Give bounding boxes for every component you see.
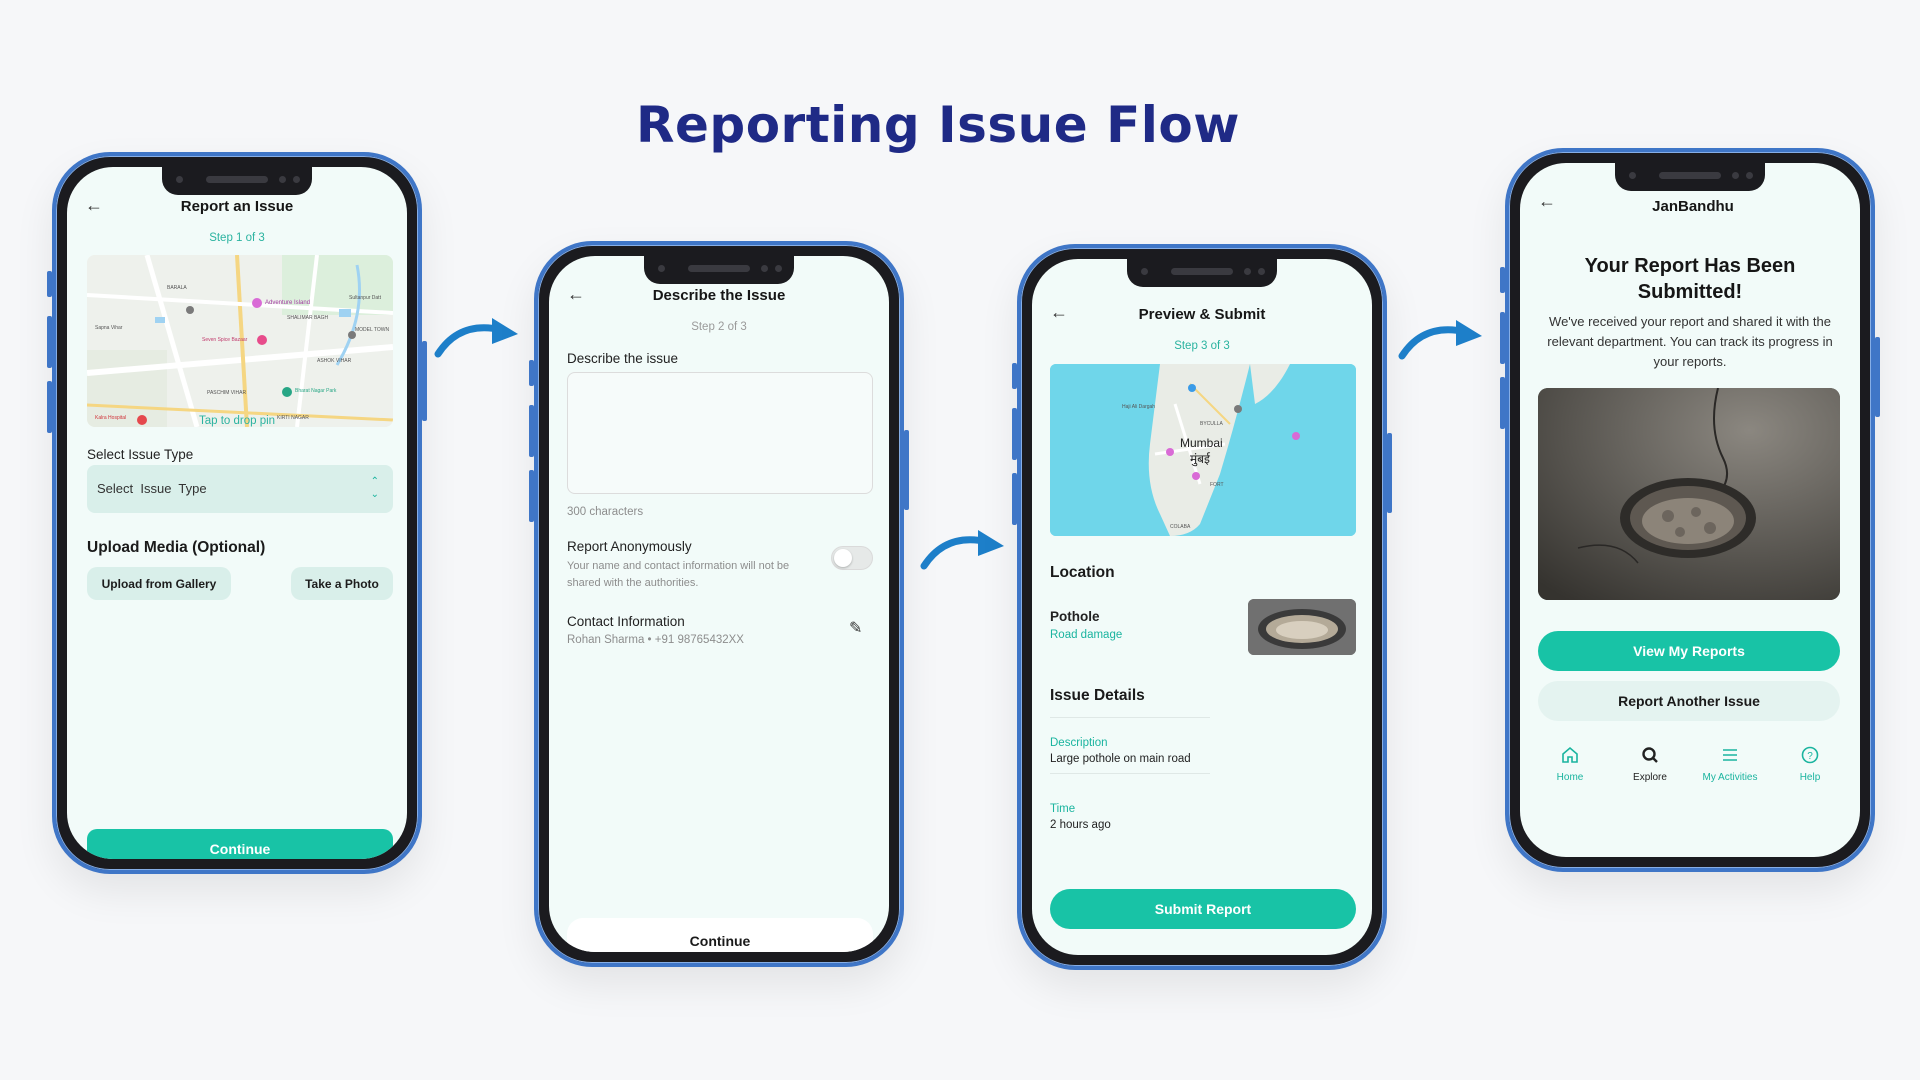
map-label: Adventure Island	[265, 300, 311, 306]
map-label: Sapna Vihar	[95, 325, 123, 331]
tap-to-drop-pin: Tap to drop pin	[198, 415, 276, 427]
flow-arrow-icon	[1398, 320, 1482, 360]
nav-explore[interactable]: Explore	[1615, 745, 1685, 795]
phone-preview-submit: ← Preview & Submit Step 3 of 3 Mumbai मु…	[1012, 244, 1392, 970]
step-indicator: Step 3 of 3	[1174, 340, 1230, 352]
time-value: 2 hours ago	[1050, 819, 1111, 831]
step-indicator: Step 1 of 3	[209, 232, 265, 244]
map-city-label: Mumbai	[1180, 436, 1223, 450]
issue-title: Pothole	[1050, 609, 1100, 624]
nav-label: Help	[1799, 772, 1821, 783]
map-label: SHALIMAR BAGH	[287, 315, 329, 321]
chevron-updown-icon: ⌃ ⌄	[370, 476, 379, 500]
map-city-local-label: मुंबई	[1190, 452, 1210, 466]
screen: ← Report an Issue Step 1 of 3 BARALA Adv…	[67, 167, 407, 859]
screen-title: Report an Issue	[180, 198, 294, 215]
map-label: Bharat Nagar Park	[295, 388, 337, 394]
screen-title: Preview & Submit	[1138, 306, 1266, 323]
submit-report-button[interactable]: Submit Report	[1050, 889, 1356, 929]
flow-arrow-icon	[434, 318, 518, 358]
flow-arrow-icon	[920, 530, 1004, 570]
pothole-thumbnail	[1248, 599, 1356, 655]
time-label: Time	[1050, 803, 1076, 815]
bottom-nav: Home Explore My Activities ? Help	[1530, 745, 1850, 795]
location-map: Mumbai मुंबई BYCULLA Haji Ali Dargah COL…	[1050, 364, 1356, 536]
anonymous-title: Report Anonymously	[567, 539, 692, 554]
back-arrow-icon[interactable]: ←	[1538, 191, 1556, 212]
search-icon	[1642, 747, 1658, 763]
issue-category: Road damage	[1050, 629, 1123, 641]
nav-label: Explore	[1633, 772, 1667, 783]
success-title: Your Report Has Been Submitted!	[1584, 255, 1796, 303]
view-my-reports-button[interactable]: View My Reports	[1538, 631, 1840, 671]
contact-info-value: Rohan Sharma • +91 98765432XX	[567, 634, 744, 646]
edit-pencil-icon[interactable]: ✎	[849, 618, 862, 638]
success-message: We've received your report and shared it…	[1547, 314, 1833, 369]
location-map[interactable]: BARALA Adventure Island SHALIMAR BAGH Su…	[87, 255, 393, 427]
map-label: Haji Ali Dargah	[1122, 404, 1156, 410]
map-label: MODEL TOWN	[355, 327, 390, 333]
screen-title: Describe the Issue	[652, 287, 786, 304]
phone-submitted: ← JanBandhu Your Report Has Been Submitt…	[1500, 148, 1880, 872]
screen: ← JanBandhu Your Report Has Been Submitt…	[1520, 163, 1860, 857]
anonymous-description: Your name and contact information will n…	[567, 560, 790, 589]
map-label: Seven Spice Bazaar	[202, 337, 248, 343]
screen: ← Describe the Issue Step 2 of 3 Describ…	[549, 256, 889, 952]
map-label: FORT	[1210, 482, 1224, 488]
issue-details-heading: Issue Details	[1050, 687, 1145, 704]
list-icon	[1723, 749, 1737, 761]
issue-type-value: Select Issue Type	[97, 481, 207, 496]
map-label: ASHOK VIHAR	[317, 358, 352, 364]
step-indicator: Step 2 of 3	[691, 321, 747, 333]
pothole-image	[1538, 388, 1840, 600]
describe-label: Describe the issue	[567, 351, 679, 366]
report-another-issue-button[interactable]: Report Another Issue	[1538, 681, 1840, 721]
issue-type-select[interactable]: Select Issue Type ⌃ ⌄	[87, 465, 393, 513]
phone-report-issue: ← Report an Issue Step 1 of 3 BARALA Adv…	[47, 152, 427, 874]
description-label: Description	[1050, 737, 1108, 749]
description-textarea[interactable]	[567, 372, 873, 494]
map-label: COLABA	[1170, 524, 1191, 530]
map-label: Sultanpur Datt	[349, 295, 381, 301]
app-title: JanBandhu	[1652, 198, 1734, 215]
home-icon	[1562, 746, 1578, 763]
continue-button[interactable]: Continue	[567, 918, 873, 952]
phone-describe-issue: ← Describe the Issue Step 2 of 3 Describ…	[529, 241, 909, 967]
issue-type-label: Select Issue Type	[87, 447, 194, 462]
help-icon: ?	[1801, 746, 1819, 764]
nav-label: My Activities	[1702, 772, 1758, 783]
upload-from-gallery-button[interactable]: Upload from Gallery	[87, 567, 231, 600]
map-label: PASCHIM VIHAR	[207, 390, 247, 396]
continue-button[interactable]: Continue	[87, 829, 393, 859]
nav-label: Home	[1556, 772, 1584, 783]
svg-text:?: ?	[1807, 751, 1813, 762]
upload-media-heading: Upload Media (Optional)	[87, 539, 266, 556]
take-photo-button[interactable]: Take a Photo	[291, 567, 393, 600]
location-heading: Location	[1050, 564, 1115, 581]
nav-my-activities[interactable]: My Activities	[1695, 745, 1765, 795]
char-count: 300 characters	[567, 506, 644, 518]
anonymous-toggle[interactable]	[831, 546, 873, 570]
map-label: BARALA	[167, 285, 187, 291]
description-value: Large pothole on main road	[1050, 753, 1191, 765]
screen: ← Preview & Submit Step 3 of 3 Mumbai मु…	[1032, 259, 1372, 955]
map-label: BYCULLA	[1200, 421, 1223, 427]
page-title: Reporting Issue Flow	[636, 96, 1240, 154]
nav-help[interactable]: ? Help	[1775, 745, 1845, 795]
contact-info-title: Contact Information	[567, 614, 685, 629]
nav-home[interactable]: Home	[1535, 745, 1605, 795]
